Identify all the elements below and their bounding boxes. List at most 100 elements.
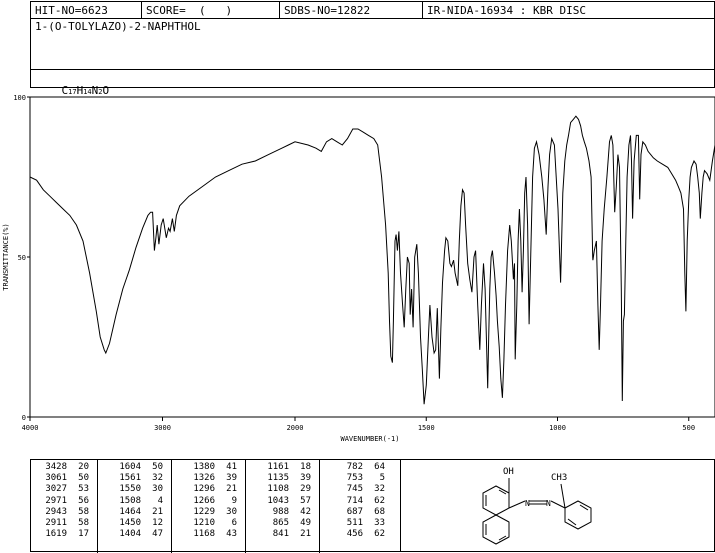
peak-transmittance: 64 xyxy=(374,462,385,472)
peak-transmittance: 12 xyxy=(152,517,163,528)
oh-label: OH xyxy=(503,467,514,477)
peak-wavenumber-column: 782 753 745 714 687 511 456 xyxy=(329,462,363,540)
peak-wavenumber: 988 xyxy=(272,506,289,517)
peak-transmittance: 50 xyxy=(152,462,163,472)
peak-transmittance: 32 xyxy=(152,473,163,484)
peak-wavenumber: 782 xyxy=(346,462,363,472)
peak-wavenumber: 1450 xyxy=(119,517,141,528)
peak-wavenumber: 1161 xyxy=(267,462,289,472)
x-tick-label: 1500 xyxy=(418,424,435,432)
peak-transmittance: 50 xyxy=(78,473,89,484)
y-axis-label: TRANSMITTANCE(%) xyxy=(2,223,10,290)
peak-transmittance: 5 xyxy=(379,473,385,484)
peak-transmittance: 20 xyxy=(78,462,89,472)
peak-transmittance: 57 xyxy=(300,495,311,506)
peak-wavenumber: 2911 xyxy=(45,517,67,528)
peak-transmittance: 30 xyxy=(152,484,163,495)
peak-table: 3428 3061 3027 2971 2943 2911 1619 20 50 53 56 58 58… xyxy=(30,459,402,553)
peak-transmittance: 33 xyxy=(374,517,385,528)
peak-wavenumber: 1464 xyxy=(119,506,141,517)
peak-transmittance: 39 xyxy=(300,473,311,484)
peak-wavenumber: 2943 xyxy=(45,506,67,517)
peak-transmittance-column: 64 5 32 62 68 33 62 xyxy=(365,462,385,540)
peak-wavenumber: 1326 xyxy=(193,473,215,484)
peak-transmittance: 21 xyxy=(152,506,163,517)
peak-wavenumber: 714 xyxy=(346,495,363,506)
peak-wavenumber: 1561 xyxy=(119,473,141,484)
peak-wavenumber: 2971 xyxy=(45,495,67,506)
naphthalene-ring-upper xyxy=(482,485,510,516)
peak-wavenumber: 1229 xyxy=(193,506,215,517)
peak-transmittance: 62 xyxy=(374,495,385,506)
peak-transmittance-column: 18 39 29 57 42 49 21 xyxy=(291,462,311,540)
ir-spectrum-chart: 4000 3000 2000 1500 1000 500 100500 WAVENUMBE… xyxy=(2,94,715,443)
x-axis-label: WAVENUMBER(-1) xyxy=(340,435,399,443)
peak-wavenumber: 753 xyxy=(346,473,363,484)
peak-column-divider xyxy=(319,460,320,553)
naphthalene-ring-lower xyxy=(482,514,510,545)
peak-transmittance: 39 xyxy=(226,473,237,484)
peak-wavenumber: 1550 xyxy=(119,484,141,495)
peak-wavenumber: 1266 xyxy=(193,495,215,506)
peak-transmittance: 58 xyxy=(78,517,89,528)
peak-transmittance: 62 xyxy=(374,529,385,540)
peak-wavenumber-column: 1380 1326 1296 1266 1229 1210 1168 xyxy=(181,462,215,540)
peak-transmittance: 58 xyxy=(78,506,89,517)
peak-wavenumber-column: 1604 1561 1550 1508 1464 1450 1404 xyxy=(107,462,141,540)
peak-wavenumber: 1168 xyxy=(193,529,215,540)
peak-transmittance: 17 xyxy=(78,529,89,540)
peak-wavenumber-column: 3428 3061 3027 2971 2943 2911 1619 xyxy=(33,462,67,540)
peak-wavenumber: 745 xyxy=(346,484,363,495)
n-label: N xyxy=(546,499,551,508)
x-axis-ticks: 4000 3000 2000 1500 1000 500 xyxy=(22,417,695,432)
peak-transmittance-column: 50 32 30 4 21 12 47 xyxy=(143,462,163,540)
peak-wavenumber: 1108 xyxy=(267,484,289,495)
peak-wavenumber: 1135 xyxy=(267,473,289,484)
peak-wavenumber: 3428 xyxy=(45,462,67,472)
peak-column-divider xyxy=(97,460,98,553)
structure-box: OH CH3 N N xyxy=(400,459,715,552)
peak-wavenumber: 511 xyxy=(346,517,363,528)
x-tick-label: 3000 xyxy=(154,424,171,432)
peak-transmittance: 9 xyxy=(231,495,237,506)
n-label: N xyxy=(525,499,530,508)
peak-transmittance: 42 xyxy=(300,506,311,517)
peak-transmittance: 47 xyxy=(152,529,163,540)
peak-transmittance: 6 xyxy=(231,517,237,528)
peak-wavenumber: 1210 xyxy=(193,517,215,528)
peak-transmittance: 41 xyxy=(226,462,237,472)
peak-transmittance-column: 41 39 21 9 30 6 43 xyxy=(217,462,237,540)
peak-table-body: 3428 3061 3027 2971 2943 2911 1619 20 50 53 56 58 58… xyxy=(31,460,402,553)
x-tick-label: 2000 xyxy=(287,424,304,432)
peak-transmittance-column: 20 50 53 56 58 58 17 xyxy=(69,462,89,540)
peak-transmittance: 53 xyxy=(78,484,89,495)
peak-wavenumber: 456 xyxy=(346,529,363,540)
peak-transmittance: 29 xyxy=(300,484,311,495)
peak-column-divider xyxy=(245,460,246,553)
peak-transmittance: 4 xyxy=(157,495,163,506)
y-tick-label: 0 xyxy=(22,414,26,422)
y-tick-label: 100 xyxy=(13,94,26,102)
peak-wavenumber: 1380 xyxy=(193,462,215,472)
peak-wavenumber-column: 1161 1135 1108 1043 988 865 841 xyxy=(255,462,289,540)
peak-wavenumber: 1296 xyxy=(193,484,215,495)
peak-transmittance: 32 xyxy=(374,484,385,495)
x-tick-label: 1000 xyxy=(549,424,566,432)
ch3-label: CH3 xyxy=(551,473,567,483)
peak-transmittance: 21 xyxy=(226,484,237,495)
x-tick-label: 500 xyxy=(682,424,695,432)
peak-transmittance: 68 xyxy=(374,506,385,517)
peak-wavenumber: 1404 xyxy=(119,529,141,540)
peak-wavenumber: 1043 xyxy=(267,495,289,506)
peak-transmittance: 21 xyxy=(300,529,311,540)
peak-column-divider xyxy=(171,460,172,553)
molecule-structure: OH CH3 N N xyxy=(482,467,592,545)
spectrum-trace xyxy=(29,115,715,405)
x-tick-label: 4000 xyxy=(22,424,39,432)
y-axis-ticks: 100 50 0 xyxy=(13,94,30,422)
peak-wavenumber: 1604 xyxy=(119,462,141,472)
peak-wavenumber: 841 xyxy=(272,529,289,540)
peak-wavenumber: 865 xyxy=(272,517,289,528)
peak-transmittance: 49 xyxy=(300,517,311,528)
peak-wavenumber: 1508 xyxy=(119,495,141,506)
